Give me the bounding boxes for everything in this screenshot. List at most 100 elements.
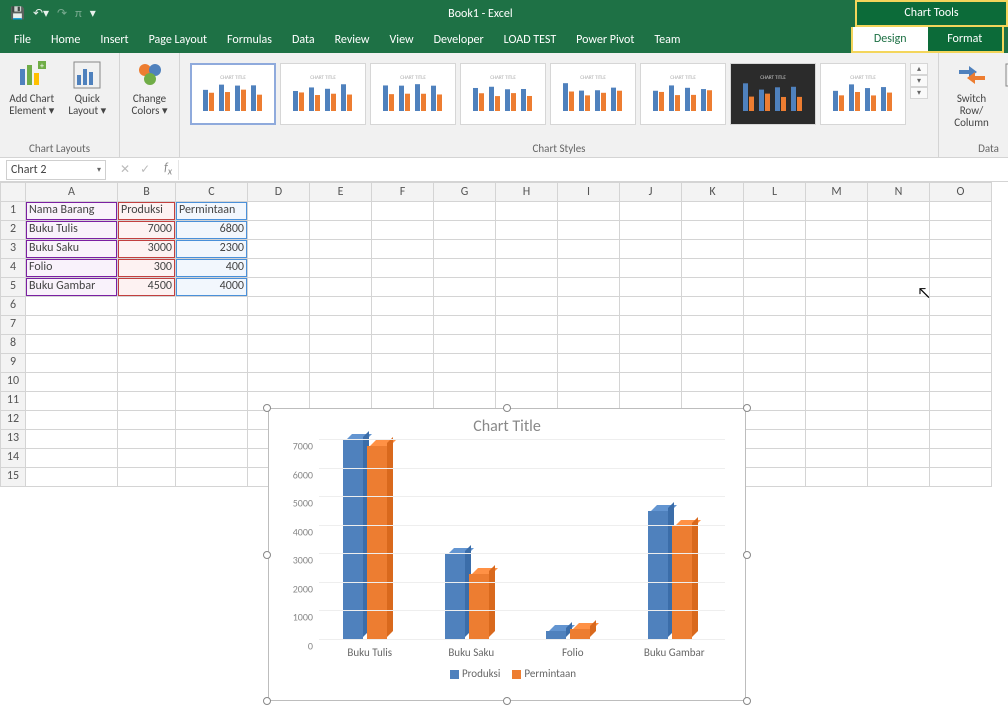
- cell-K8[interactable]: [682, 335, 744, 354]
- cell-L4[interactable]: [744, 259, 806, 278]
- switch-row-column-button[interactable]: Switch Row/ Column: [945, 57, 998, 129]
- cell-H3[interactable]: [496, 240, 558, 259]
- gallery-scroll-down[interactable]: ▾: [910, 75, 928, 87]
- row-header-8[interactable]: 8: [0, 335, 26, 354]
- cell-I10[interactable]: [558, 373, 620, 392]
- cell-O10[interactable]: [930, 373, 992, 392]
- cell-M5[interactable]: [806, 278, 868, 297]
- cell-A1[interactable]: Nama Barang: [26, 202, 118, 221]
- cell-B15[interactable]: [118, 468, 176, 487]
- tab-insert[interactable]: Insert: [90, 28, 138, 53]
- cell-O9[interactable]: [930, 354, 992, 373]
- cell-A3[interactable]: Buku Saku: [26, 240, 118, 259]
- cell-K7[interactable]: [682, 316, 744, 335]
- cell-E10[interactable]: [310, 373, 372, 392]
- chart-style-thumb-7[interactable]: CHART TITLE: [730, 63, 816, 125]
- cell-J4[interactable]: [620, 259, 682, 278]
- gallery-more[interactable]: ▾: [910, 87, 928, 99]
- cell-N14[interactable]: [868, 449, 930, 468]
- cell-I9[interactable]: [558, 354, 620, 373]
- cell-O11[interactable]: [930, 392, 992, 411]
- cell-C8[interactable]: [176, 335, 248, 354]
- cell-I8[interactable]: [558, 335, 620, 354]
- cell-B10[interactable]: [118, 373, 176, 392]
- cell-J6[interactable]: [620, 297, 682, 316]
- cell-M8[interactable]: [806, 335, 868, 354]
- cell-I2[interactable]: [558, 221, 620, 240]
- cell-E4[interactable]: [310, 259, 372, 278]
- cell-N9[interactable]: [868, 354, 930, 373]
- cell-A12[interactable]: [26, 411, 118, 430]
- tab-developer[interactable]: Developer: [424, 28, 494, 53]
- cell-M15[interactable]: [806, 468, 868, 487]
- cell-L6[interactable]: [744, 297, 806, 316]
- tab-load-test[interactable]: LOAD TEST: [494, 28, 567, 53]
- row-header-9[interactable]: 9: [0, 354, 26, 373]
- cell-M13[interactable]: [806, 430, 868, 449]
- resize-handle[interactable]: [263, 697, 271, 705]
- chart-title[interactable]: Chart Title: [269, 409, 745, 440]
- row-header-14[interactable]: 14: [0, 449, 26, 468]
- col-header-C[interactable]: C: [176, 182, 248, 202]
- cell-N5[interactable]: [868, 278, 930, 297]
- cell-E6[interactable]: [310, 297, 372, 316]
- cell-M14[interactable]: [806, 449, 868, 468]
- cell-K5[interactable]: [682, 278, 744, 297]
- cell-M11[interactable]: [806, 392, 868, 411]
- cell-G3[interactable]: [434, 240, 496, 259]
- row-header-12[interactable]: 12: [0, 411, 26, 430]
- col-header-G[interactable]: G: [434, 182, 496, 202]
- cell-F6[interactable]: [372, 297, 434, 316]
- change-colors-button[interactable]: Change Colors ▾: [126, 57, 173, 117]
- cell-M1[interactable]: [806, 202, 868, 221]
- cell-L7[interactable]: [744, 316, 806, 335]
- cell-A13[interactable]: [26, 430, 118, 449]
- cell-G9[interactable]: [434, 354, 496, 373]
- enter-icon[interactable]: ✓: [140, 162, 150, 177]
- chart-plot-area[interactable]: 01000200030004000500060007000: [319, 440, 725, 640]
- cell-O1[interactable]: [930, 202, 992, 221]
- cell-D3[interactable]: [248, 240, 310, 259]
- chart-style-thumb-4[interactable]: CHART TITLE: [460, 63, 546, 125]
- col-header-A[interactable]: A: [26, 182, 118, 202]
- resize-handle[interactable]: [503, 697, 511, 705]
- cell-N6[interactable]: [868, 297, 930, 316]
- col-header-I[interactable]: I: [558, 182, 620, 202]
- cell-C10[interactable]: [176, 373, 248, 392]
- cell-F3[interactable]: [372, 240, 434, 259]
- tab-format[interactable]: Format: [928, 27, 1003, 51]
- cell-A5[interactable]: Buku Gambar: [26, 278, 118, 297]
- tab-design[interactable]: Design: [853, 27, 928, 51]
- cell-D4[interactable]: [248, 259, 310, 278]
- cell-A8[interactable]: [26, 335, 118, 354]
- cell-O7[interactable]: [930, 316, 992, 335]
- cell-D7[interactable]: [248, 316, 310, 335]
- chart-style-thumb-8[interactable]: CHART TITLE: [820, 63, 906, 125]
- cell-H8[interactable]: [496, 335, 558, 354]
- cell-C14[interactable]: [176, 449, 248, 468]
- cell-K10[interactable]: [682, 373, 744, 392]
- col-header-E[interactable]: E: [310, 182, 372, 202]
- formula-input[interactable]: [178, 160, 1008, 180]
- cell-J10[interactable]: [620, 373, 682, 392]
- col-header-M[interactable]: M: [806, 182, 868, 202]
- row-header-11[interactable]: 11: [0, 392, 26, 411]
- row-header-13[interactable]: 13: [0, 430, 26, 449]
- cell-H5[interactable]: [496, 278, 558, 297]
- chart-legend[interactable]: ProduksiPermintaan: [269, 659, 745, 688]
- row-header-7[interactable]: 7: [0, 316, 26, 335]
- cell-A4[interactable]: Folio: [26, 259, 118, 278]
- cell-M3[interactable]: [806, 240, 868, 259]
- cell-H6[interactable]: [496, 297, 558, 316]
- cell-N1[interactable]: [868, 202, 930, 221]
- cell-O14[interactable]: [930, 449, 992, 468]
- cell-B3[interactable]: 3000: [118, 240, 176, 259]
- col-header-L[interactable]: L: [744, 182, 806, 202]
- cell-A6[interactable]: [26, 297, 118, 316]
- cell-B8[interactable]: [118, 335, 176, 354]
- cell-G10[interactable]: [434, 373, 496, 392]
- cell-A14[interactable]: [26, 449, 118, 468]
- embedded-chart[interactable]: Chart Title 0100020003000400050006000700…: [268, 408, 746, 701]
- cell-F9[interactable]: [372, 354, 434, 373]
- cell-N10[interactable]: [868, 373, 930, 392]
